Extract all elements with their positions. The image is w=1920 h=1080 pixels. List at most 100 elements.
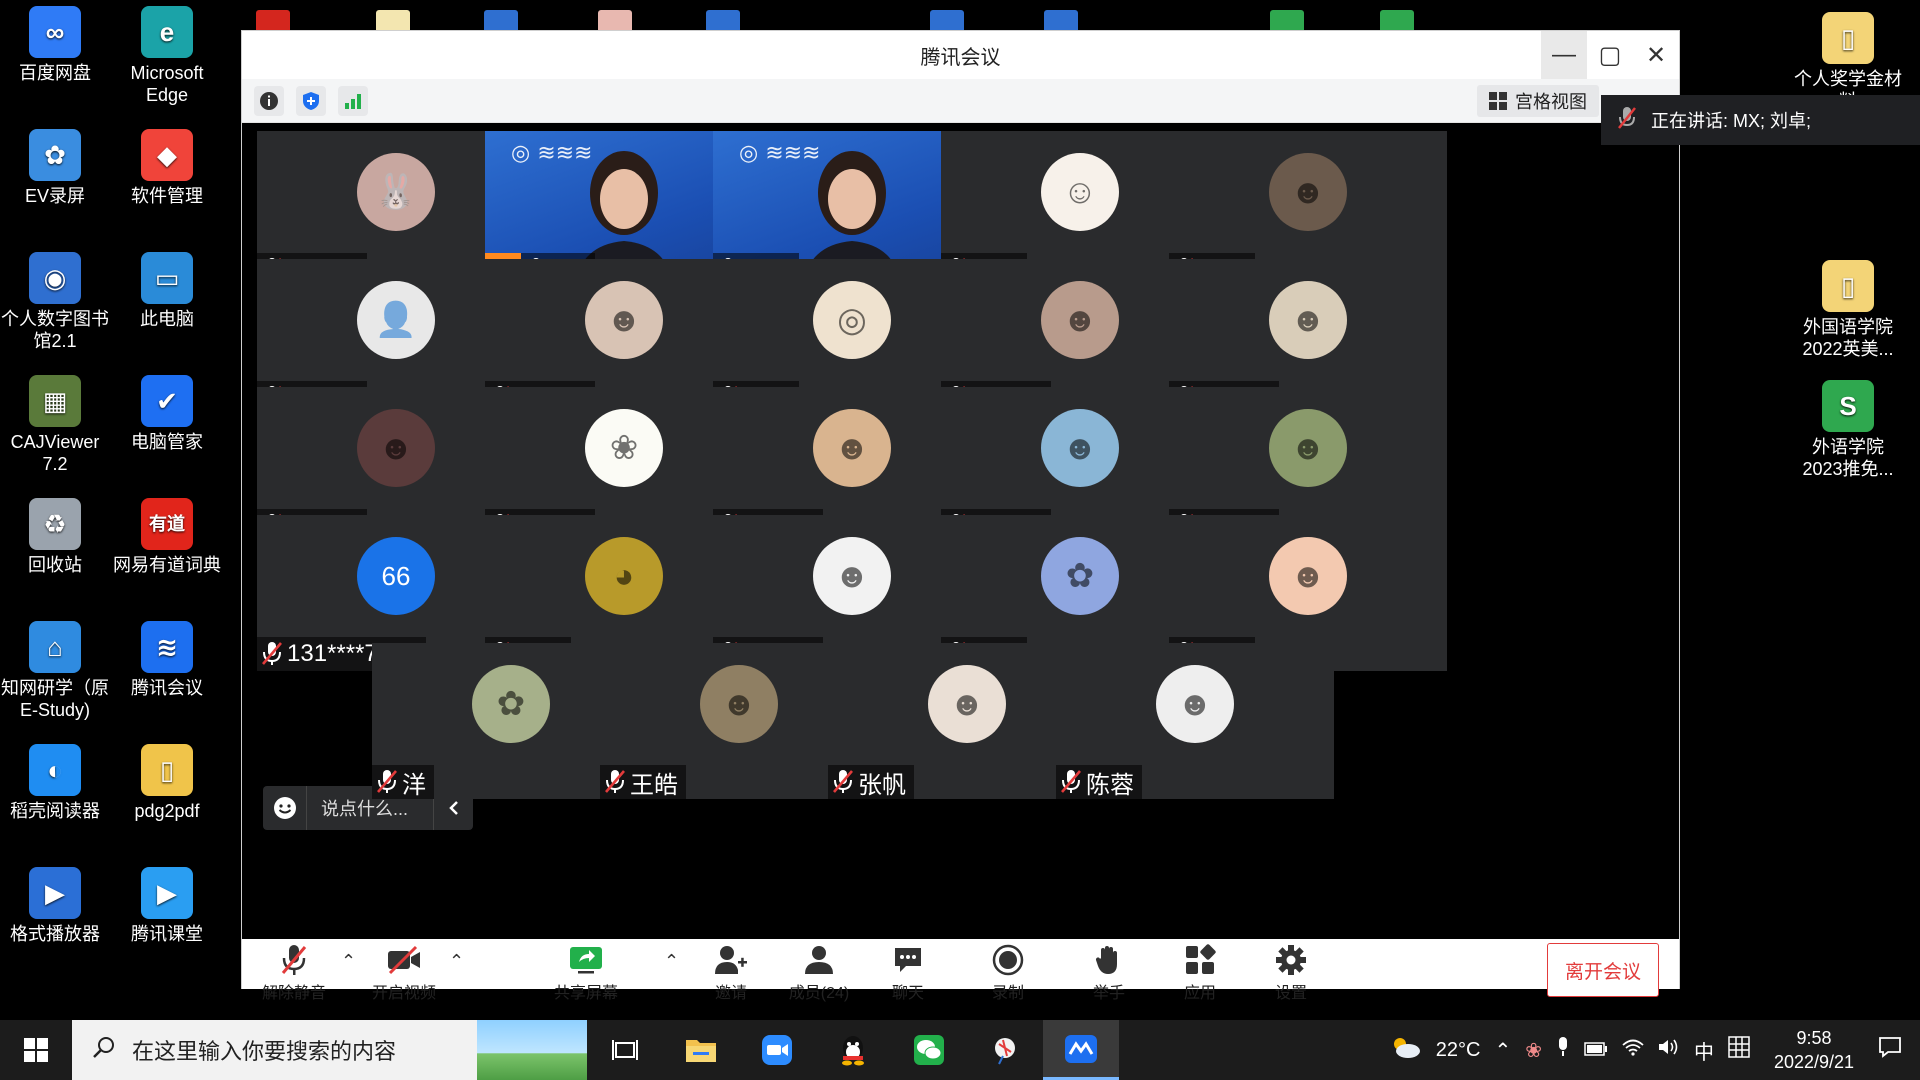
participant-nameplate: 张帆 (828, 765, 914, 799)
desktop-shortcut[interactable]: ▶ 格式播放器 (0, 863, 110, 945)
grid-icon (1489, 92, 1507, 110)
participant-avatar: ☻ (1269, 153, 1347, 231)
qq-app-icon[interactable] (815, 1020, 891, 1080)
feather-app-icon[interactable] (967, 1020, 1043, 1080)
file-explorer-icon[interactable] (663, 1020, 739, 1080)
participant-avatar: ☻ (357, 409, 435, 487)
participant-avatar: ❀ (585, 409, 663, 487)
participant-name: 王皓 (630, 771, 678, 799)
desktop-shortcut[interactable]: ◐ 稻壳阅读器 (0, 740, 110, 822)
record-button[interactable]: 录制 (968, 941, 1048, 1003)
meeting-controls: 解除静音 ⌃ 开启视频 ⌃ 共享屏幕 ⌃ 邀请 成员(24) 聊天 录制 举手 … (242, 939, 1679, 1002)
windows-logo-icon (24, 1038, 48, 1062)
share-screen-label: 共享屏幕 (553, 985, 618, 1002)
invite-button[interactable]: 邀请 (691, 941, 771, 1003)
desktop-shortcut[interactable]: ✔ 电脑管家 (112, 371, 222, 453)
minimize-button[interactable]: — (1541, 31, 1587, 79)
members-button[interactable]: 成员(24) (779, 941, 859, 1003)
search-placeholder: 在这里输入你要搜索的内容 (132, 1039, 397, 1064)
audio-options-chevron-icon[interactable]: ⌃ (341, 951, 356, 972)
desktop-shortcut[interactable]: ✿ EV录屏 (0, 125, 110, 207)
wifi-icon[interactable] (1622, 1038, 1644, 1062)
desktop-shortcut[interactable]: ▦ CAJViewer 7.2 (0, 371, 110, 475)
muted-mic-icon (1617, 106, 1637, 135)
window-title: 腾讯会议 (920, 46, 1001, 69)
desktop-shortcut-label: 外国语学院2022英美... (1802, 317, 1894, 359)
task-view-icon[interactable] (587, 1020, 663, 1080)
desktop-shortcut[interactable]: ▭ 此电脑 (112, 248, 222, 330)
desktop-shortcut-label: 腾讯会议 (131, 678, 203, 698)
app-icon: e (141, 6, 193, 58)
participant-avatar: ◕ (585, 537, 663, 615)
tray-app-icon[interactable]: ❀ (1525, 1038, 1542, 1063)
security-shield-icon[interactable] (296, 85, 326, 116)
info-icon[interactable] (254, 85, 284, 116)
settings-label: 设置 (1274, 985, 1307, 1002)
leave-meeting-button[interactable]: 离开会议 (1547, 943, 1659, 997)
volume-icon[interactable] (1658, 1038, 1680, 1062)
network-signal-icon[interactable] (338, 85, 368, 116)
apps-button[interactable]: 应用 (1160, 941, 1240, 1003)
start-video-button[interactable]: 开启视频 (364, 941, 444, 1003)
battery-icon[interactable] (1584, 1039, 1608, 1062)
wechat-app-icon[interactable] (891, 1020, 967, 1080)
app-icon: ▶ (29, 867, 81, 919)
record-label: 录制 (991, 985, 1024, 1002)
tencent-meeting-app-icon[interactable] (1043, 1020, 1119, 1080)
app-icon: ◆ (141, 129, 193, 181)
raise-hand-button[interactable]: 举手 (1069, 941, 1149, 1003)
title-bar: 腾讯会议 — ▢ ✕ (242, 31, 1679, 79)
share-screen-button[interactable]: 共享屏幕 (546, 941, 626, 1003)
ime-indicator[interactable]: 中 (1694, 1036, 1714, 1065)
participant-avatar: ☺ (1041, 153, 1119, 231)
apps-icon (1160, 941, 1240, 979)
desktop-shortcut[interactable]: ⌂ 知网研学（原E-Study) (0, 617, 110, 721)
clock[interactable]: 9:58 2022/9/21 (1764, 1026, 1864, 1074)
video-options-chevron-icon[interactable]: ⌃ (449, 951, 464, 972)
taskbar-search-box[interactable]: 在这里输入你要搜索的内容 (72, 1020, 587, 1080)
microphone-icon[interactable] (1556, 1036, 1570, 1064)
app-icon: ⌂ (29, 621, 81, 673)
desktop-shortcut[interactable]: ▯ 外国语学院2022英美... (1793, 256, 1903, 360)
desktop-shortcut[interactable]: ≋ 腾讯会议 (112, 617, 222, 699)
maximize-button[interactable]: ▢ (1587, 31, 1633, 79)
emoji-icon[interactable] (263, 786, 307, 830)
muted-mic-icon (604, 769, 626, 795)
participant-avatar: ☻ (1041, 281, 1119, 359)
video-off-icon (364, 941, 444, 979)
grid-view-label: 宫格视图 (1515, 92, 1587, 112)
desktop-shortcut[interactable]: ▯ pdg2pdf (112, 740, 222, 822)
desktop-shortcut[interactable]: 有道 网易有道词典 (112, 494, 222, 576)
participant-avatar: ☻ (928, 665, 1006, 743)
app-icon: ▯ (141, 744, 193, 796)
unmute-button[interactable]: 解除静音 (254, 941, 334, 1003)
chevron-up-icon[interactable]: ⌃ (1494, 1038, 1511, 1063)
share-options-chevron-icon[interactable]: ⌃ (664, 951, 679, 972)
grid-view-button[interactable]: 宫格视图 (1477, 85, 1599, 117)
desktop-shortcut[interactable]: ◉ 个人数字图书馆2.1 (0, 248, 110, 352)
desktop-shortcut[interactable]: ◆ 软件管理 (112, 125, 222, 207)
desktop-shortcut[interactable]: ♻ 回收站 (0, 494, 110, 576)
desktop-shortcut-label: 稻壳阅读器 (10, 801, 100, 821)
desktop-shortcut[interactable]: e Microsoft Edge (112, 2, 222, 106)
close-button[interactable]: ✕ (1633, 31, 1679, 79)
windows-start-button[interactable] (0, 1020, 72, 1080)
desktop-shortcut[interactable]: ∞ 百度网盘 (0, 2, 110, 84)
top-toolbar: 宫格视图 (242, 79, 1679, 123)
settings-button[interactable]: 设置 (1251, 941, 1331, 1003)
desktop-shortcut-label: 软件管理 (131, 186, 203, 206)
desktop-shortcut[interactable]: ▶ 腾讯课堂 (112, 863, 222, 945)
participant-avatar: ◎ (813, 281, 891, 359)
hand-icon (1069, 941, 1149, 979)
participant-avatar: ☻ (1269, 537, 1347, 615)
zoom-app-icon[interactable] (739, 1020, 815, 1080)
participant-tile[interactable]: ☻ 陈蓉 (1056, 643, 1334, 799)
notifications-icon[interactable] (1878, 1036, 1902, 1064)
weather-temperature[interactable]: 22°C (1436, 1039, 1481, 1062)
participant-avatar: ☻ (1269, 281, 1347, 359)
desktop-shortcut-label: 网易有道词典 (113, 555, 221, 575)
desktop-shortcut[interactable]: S 外语学院2023推免... (1793, 376, 1903, 480)
keyboard-layout-icon[interactable] (1728, 1036, 1750, 1064)
chat-button[interactable]: 聊天 (868, 941, 948, 1003)
weather-cloud-icon[interactable] (1390, 1035, 1422, 1065)
